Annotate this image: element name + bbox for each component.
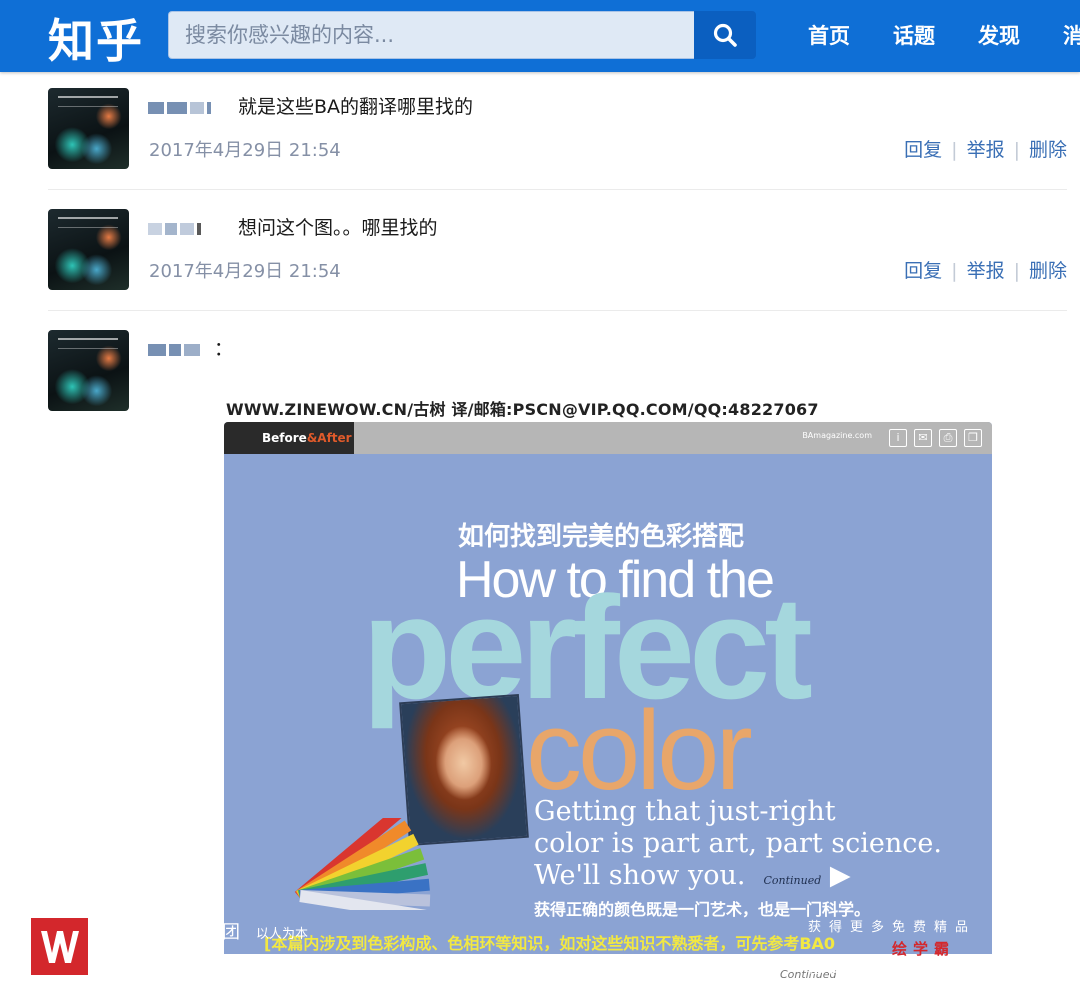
report-link[interactable]: 举报 xyxy=(967,260,1005,282)
promo-search-hint: 在App Store或应用宝搜 xyxy=(808,962,950,977)
search-input[interactable] xyxy=(169,12,694,58)
username-blurred[interactable] xyxy=(148,340,200,360)
comment-text: 就是这些BA的翻译哪里找的 xyxy=(238,96,474,118)
divider xyxy=(48,310,1067,311)
overlay-caption: 团以人为本 xyxy=(222,922,309,943)
comment-actions: 回复 | 举报 | 删除 xyxy=(904,135,1067,162)
mail-icon: ✉ xyxy=(914,429,932,447)
comment-actions: 回复 | 举报 | 删除 xyxy=(904,256,1067,283)
search-box[interactable] xyxy=(168,11,694,59)
w-logo-icon xyxy=(31,918,88,975)
nav-home[interactable]: 首页 xyxy=(808,20,850,50)
main-nav: 首页 话题 发现 消 xyxy=(808,20,1080,50)
username-blurred[interactable] xyxy=(148,98,211,118)
top-navbar: 知乎 首页 话题 发现 消 xyxy=(0,0,1080,72)
report-link[interactable]: 举报 xyxy=(967,139,1005,161)
nav-explore[interactable]: 发现 xyxy=(978,20,1020,50)
comment-timestamp: 2017年4月29日 21:54 xyxy=(149,261,341,282)
divider xyxy=(48,189,1067,190)
avatar[interactable] xyxy=(48,209,129,290)
comment-item: 就是这些BA的翻译哪里找的 2017年4月29日 21:54 回复 | 举报 | 删除 xyxy=(48,88,1067,178)
image-source-line: WWW.ZINEWOW.CN/古树 译/邮箱:PSCN@VIP.QQ.COM/Q… xyxy=(226,400,819,419)
continued-label: Continued xyxy=(763,874,822,887)
nav-topics[interactable]: 话题 xyxy=(893,20,935,50)
reply-link[interactable]: 回复 xyxy=(904,260,942,282)
magazine-brand: Before&After xyxy=(224,422,354,454)
promo-brand: 绘学霸 xyxy=(892,940,956,958)
window-icon: ❐ xyxy=(964,429,982,447)
magazine-site: BAmagazine.com xyxy=(802,431,872,440)
search-button[interactable] xyxy=(694,11,756,59)
info-icon: i xyxy=(889,429,907,447)
avatar[interactable] xyxy=(48,88,129,169)
tagline: Getting that just-right color is part ar… xyxy=(534,796,942,891)
translator-note: [本篇内涉及到色彩构成、色相环等知识，如对这些知识不熟悉者，可先参考BA0 xyxy=(264,934,836,953)
promo-text: 获得更多免费精品 xyxy=(808,920,977,935)
delete-link[interactable]: 删除 xyxy=(1029,139,1067,161)
separator: | xyxy=(951,260,958,282)
separator: | xyxy=(951,139,958,161)
overlay-subcaption: 学 团 聚 贯 一 气 xyxy=(222,960,424,978)
color-swatch-fan-icon xyxy=(294,818,431,910)
magazine-tools: i ✉ ⎙ ❐ xyxy=(889,429,982,447)
comment-text: 想问这个图。。哪里找的 xyxy=(238,217,438,239)
nav-messages[interactable]: 消 xyxy=(1063,20,1080,50)
comment-item: 想问这个图。。哪里找的 2017年4月29日 21:54 回复 | 举报 | 删除 xyxy=(48,209,1067,299)
username-blurred[interactable] xyxy=(148,219,201,239)
embedded-magazine-image[interactable]: Before&After BAmagazine.com i ✉ ⎙ ❐ 如何找到… xyxy=(224,422,992,984)
print-icon: ⎙ xyxy=(939,429,957,447)
comment-timestamp: 2017年4月29日 21:54 xyxy=(149,140,341,161)
comment-text: ： xyxy=(214,338,234,360)
delete-link[interactable]: 删除 xyxy=(1029,260,1067,282)
zhihu-logo[interactable]: 知乎 xyxy=(48,5,144,71)
search-icon xyxy=(713,23,737,47)
title-chinese: 如何找到完美的色彩搭配 xyxy=(458,522,745,552)
avatar[interactable] xyxy=(48,330,129,411)
reply-link[interactable]: 回复 xyxy=(904,139,942,161)
separator: | xyxy=(1013,260,1020,282)
separator: | xyxy=(1013,139,1020,161)
magazine-toolbar: Before&After BAmagazine.com i ✉ ⎙ ❐ xyxy=(224,422,992,454)
